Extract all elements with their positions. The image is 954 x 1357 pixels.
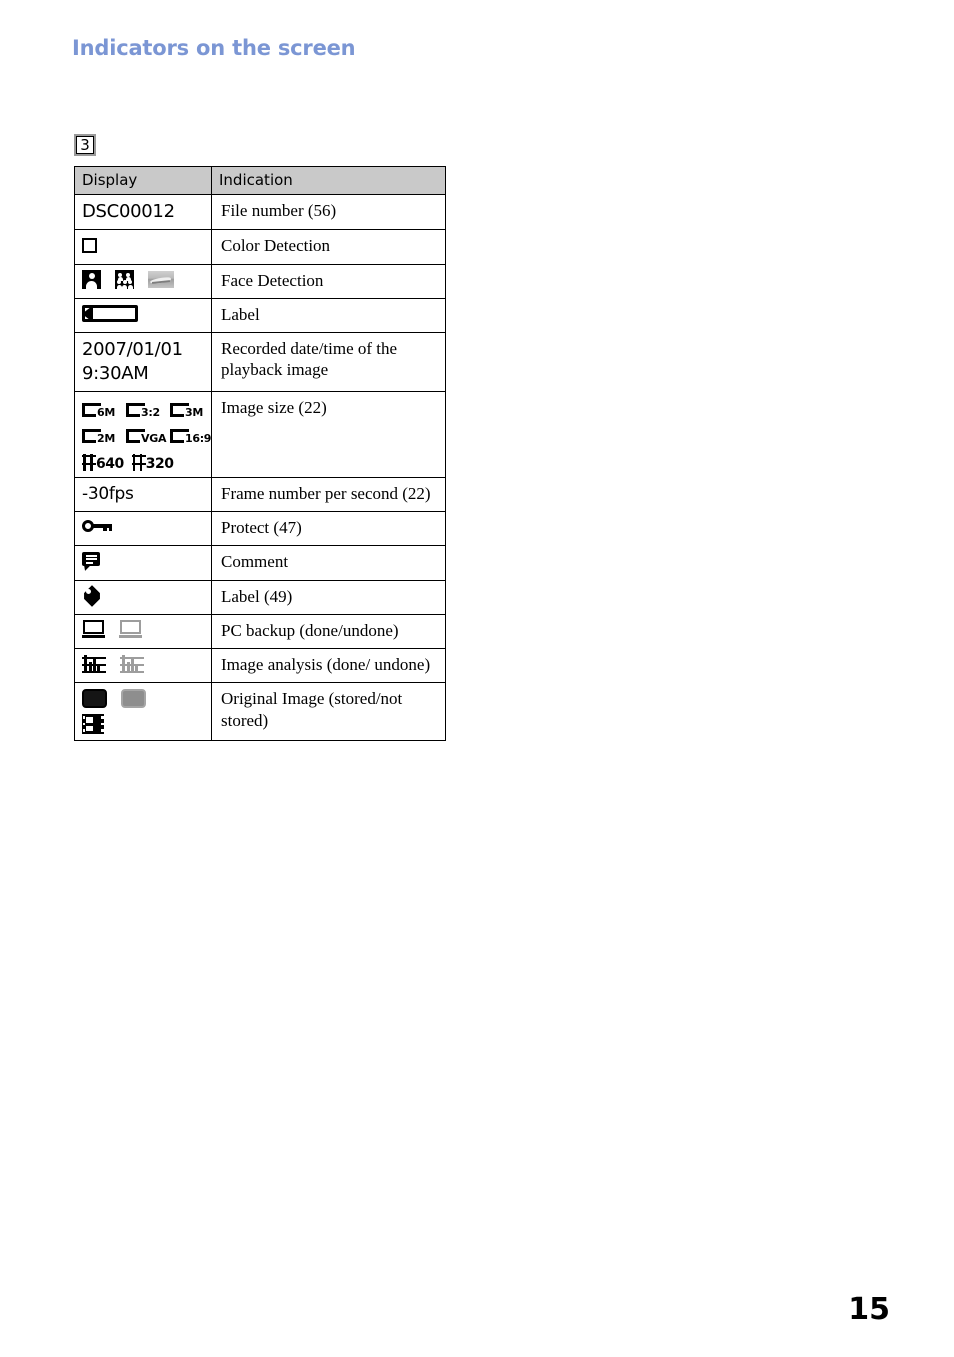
file-number-text: DSC00012 [82, 201, 175, 222]
indication-cell: Color Detection [211, 229, 446, 265]
indication-cell: Protect (47) [211, 511, 446, 547]
indication-cell: Label [211, 297, 446, 334]
icon-group [82, 714, 205, 735]
movie-size-icon: 640 [82, 450, 124, 471]
indication-cell: Comment [211, 545, 446, 581]
table-header-row: Display Indication [74, 166, 446, 195]
table-row: Face Detection [74, 263, 446, 299]
table-row: Color Detection [74, 229, 446, 265]
icon-group [82, 270, 205, 290]
image-size-icon: 2M [82, 423, 126, 444]
indication-cell: PC backup (done/undone) [211, 613, 446, 650]
display-cell [74, 648, 212, 684]
histogram-done-icon [82, 654, 106, 674]
display-cell [74, 613, 212, 650]
tag-icon [82, 586, 102, 606]
indication-cell: Frame number per second (22) [211, 476, 446, 513]
movie-size-icon: 320 [131, 450, 174, 471]
recorded-datetime-text: 2007/01/01 9:30AM [82, 339, 183, 384]
frame-not-stored-icon [121, 688, 146, 708]
table-row: DSC00012 File number (56) [74, 193, 446, 231]
section-badge: 3 [74, 134, 96, 156]
indication-cell: Recorded date/time of the playback image [211, 332, 446, 392]
film-strip-icon [82, 714, 104, 735]
display-cell [74, 545, 212, 581]
display-cell [74, 263, 212, 299]
table-row: Original Image (stored/not stored) [74, 682, 446, 742]
image-size-icon: 6M [82, 397, 126, 418]
icon-group [82, 620, 205, 640]
page-title: Indicators on the screen [72, 36, 356, 60]
indication-cell: Original Image (stored/not stored) [211, 682, 446, 742]
icon-group [82, 235, 205, 255]
display-cell: DSC00012 [74, 193, 212, 231]
frame-stored-icon [82, 688, 107, 708]
table-row: Comment [74, 545, 446, 581]
icon-group [82, 551, 205, 571]
image-size-icon-grid: 6M 3:2 3M 2M VGA 16:9 [82, 397, 211, 444]
indication-cell: File number (56) [211, 193, 446, 231]
monitor-undone-icon [119, 620, 142, 639]
table-row: 6M 3:2 3M 2M VGA 16:9 640 320 Image size… [74, 390, 446, 478]
column-header-indication: Indication [211, 166, 446, 195]
display-cell: -30fps [74, 476, 212, 513]
display-cell [74, 229, 212, 265]
display-cell [74, 511, 212, 547]
display-cell: 6M 3:2 3M 2M VGA 16:9 640 320 [74, 390, 212, 478]
movie-size-icon-group: 640 320 [82, 450, 205, 471]
image-size-icon: 16:9 [170, 423, 214, 444]
indication-cell: Face Detection [211, 263, 446, 299]
table-row: Label [74, 297, 446, 334]
icon-group [82, 304, 205, 324]
color-detection-square-icon [82, 237, 97, 253]
page-number: 15 [848, 1292, 890, 1327]
face-single-icon [82, 270, 101, 290]
face-group-icon [115, 270, 134, 290]
monitor-done-icon [82, 620, 105, 639]
image-size-icon: 3M [170, 397, 214, 418]
comment-bubble-icon [82, 551, 100, 571]
display-cell: 2007/01/01 9:30AM [74, 332, 212, 392]
icon-group [82, 688, 205, 708]
section-badge-label: 3 [76, 136, 94, 154]
table-row: -30fps Frame number per second (22) [74, 476, 446, 513]
column-header-display: Display [74, 166, 212, 195]
table-row: PC backup (done/undone) [74, 613, 446, 650]
indication-cell: Image size (22) [211, 390, 446, 478]
display-cell [74, 297, 212, 334]
indication-cell: Label (49) [211, 579, 446, 615]
icon-group [82, 517, 205, 537]
landscape-thumbnail-icon [148, 271, 174, 289]
table-row: Label (49) [74, 579, 446, 615]
key-icon [82, 520, 112, 534]
label-bar-icon [82, 305, 138, 323]
image-size-icon: 3:2 [126, 397, 170, 418]
icon-group [82, 586, 205, 606]
display-cell [74, 579, 212, 615]
table-row: 2007/01/01 9:30AM Recorded date/time of … [74, 332, 446, 392]
image-size-icon: VGA [126, 423, 170, 444]
histogram-undone-icon [120, 654, 144, 674]
indicators-table: Display Indication DSC00012 File number … [74, 166, 446, 742]
display-cell [74, 682, 212, 742]
table-row: Image analysis (done/ undone) [74, 648, 446, 684]
icon-group [82, 654, 205, 674]
frame-rate-text: -30fps [82, 483, 134, 504]
table-row: Protect (47) [74, 511, 446, 547]
indication-cell: Image analysis (done/ undone) [211, 648, 446, 684]
